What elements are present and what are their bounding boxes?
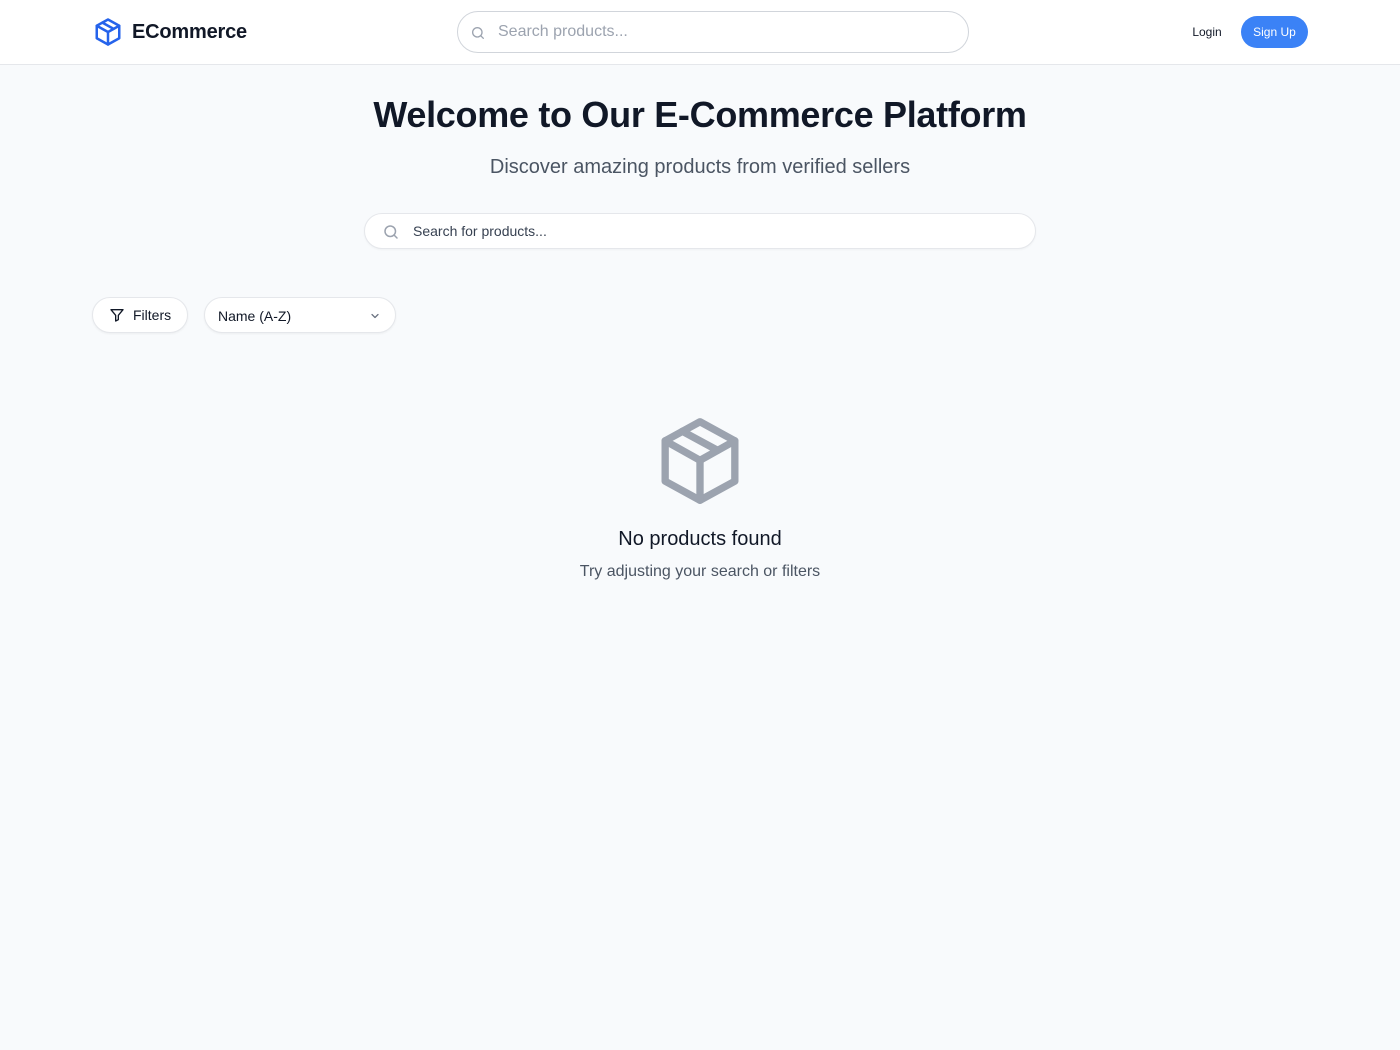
filters-button[interactable]: Filters bbox=[92, 297, 188, 333]
search-icon bbox=[472, 27, 484, 39]
header-search-box[interactable] bbox=[457, 11, 969, 53]
filters-label: Filters bbox=[133, 307, 172, 323]
header-search-input[interactable] bbox=[498, 12, 958, 52]
empty-state-subtitle: Try adjusting your search or filters bbox=[579, 563, 821, 580]
chevron-down-icon bbox=[371, 313, 379, 319]
package-icon bbox=[95, 18, 121, 46]
main-search-box[interactable] bbox=[364, 213, 1036, 249]
sort-selected-value: Name (A-Z) bbox=[218, 308, 292, 324]
main-search-input[interactable] bbox=[413, 214, 1013, 248]
filter-icon bbox=[110, 309, 124, 322]
search-icon bbox=[384, 225, 398, 239]
signup-button[interactable]: Sign Up bbox=[1241, 16, 1308, 48]
top-nav: ECommerce Login Sign Up bbox=[0, 0, 1400, 65]
brand-name: ECommerce bbox=[132, 20, 247, 43]
login-button[interactable]: Login bbox=[1180, 16, 1234, 48]
empty-state-title: No products found bbox=[618, 528, 782, 550]
package-icon bbox=[661, 418, 739, 504]
brand-link[interactable]: ECommerce bbox=[93, 16, 247, 48]
sort-select[interactable]: Name (A-Z) bbox=[204, 297, 396, 333]
page-title: Welcome to Our E-Commerce Platform bbox=[373, 94, 1027, 135]
page-subtitle: Discover amazing products from verified … bbox=[489, 156, 911, 178]
